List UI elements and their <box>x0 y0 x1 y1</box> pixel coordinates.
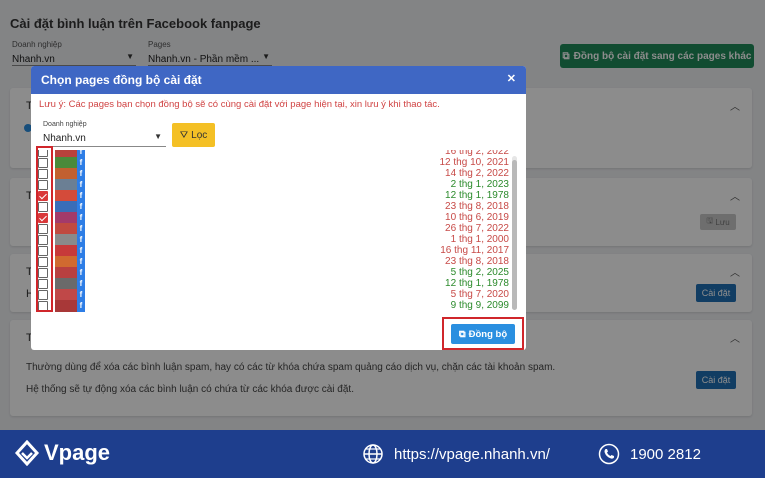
brand-name: Vpage <box>44 440 111 465</box>
filter-button[interactable]: ⛛ Lọc <box>172 123 215 147</box>
sync-button-highlight: ⧉ Đồng bộ <box>442 317 524 350</box>
pages-list: f 16 thg 2, 2022 f 12 thg 10, 2021 f 14 thg 2… <box>35 150 523 312</box>
modal-header: Chọn pages đồng bộ cài đặt ✕ <box>31 66 526 94</box>
phone-number: 1900 2812 <box>630 445 701 463</box>
filter-icon: ⛛ <box>179 129 189 141</box>
scrollbar[interactable] <box>512 156 517 310</box>
phone-icon <box>598 443 620 465</box>
globe-icon <box>363 444 383 464</box>
modal-business-select-value: Nhanh.vn <box>43 133 86 144</box>
sync-pages-modal: Chọn pages đồng bộ cài đặt ✕ Lưu ý: Các … <box>31 66 526 350</box>
modal-business-select[interactable]: Doanh nghiệp Nhanh.vn ▼ <box>41 121 166 147</box>
facebook-icon: f <box>77 300 85 312</box>
chevron-down-icon: ▼ <box>154 132 162 141</box>
filter-label: Lọc <box>191 129 208 141</box>
phone-link[interactable]: 1900 2812 <box>598 443 701 465</box>
close-icon[interactable]: ✕ <box>507 72 516 85</box>
website-link[interactable]: https://vpage.nhanh.vn/ <box>362 443 550 465</box>
sync-label: Đồng bộ <box>468 328 508 340</box>
sync-button[interactable]: ⧉ Đồng bộ <box>451 324 515 344</box>
page-date: 9 thg 9, 2099 <box>450 300 509 311</box>
modal-business-select-label: Doanh nghiệp <box>43 121 87 128</box>
page-avatar <box>55 300 77 312</box>
website-url: https://vpage.nhanh.vn/ <box>394 445 550 463</box>
checkbox-highlight <box>36 146 53 312</box>
brand-logo: Vpage <box>14 440 110 466</box>
footer: Vpage https://vpage.nhanh.vn/ 1900 2812 <box>0 430 765 478</box>
copy-icon: ⧉ <box>458 328 466 340</box>
vpage-logo-icon <box>14 440 40 466</box>
scrollbar-thumb[interactable] <box>512 160 517 310</box>
warning-note: Lưu ý: Các pages bạn chọn đồng bộ sẽ có … <box>39 99 440 110</box>
page-row[interactable]: f 9 thg 9, 2099 <box>35 300 515 312</box>
modal-title: Chọn pages đồng bộ cài đặt <box>41 73 202 87</box>
